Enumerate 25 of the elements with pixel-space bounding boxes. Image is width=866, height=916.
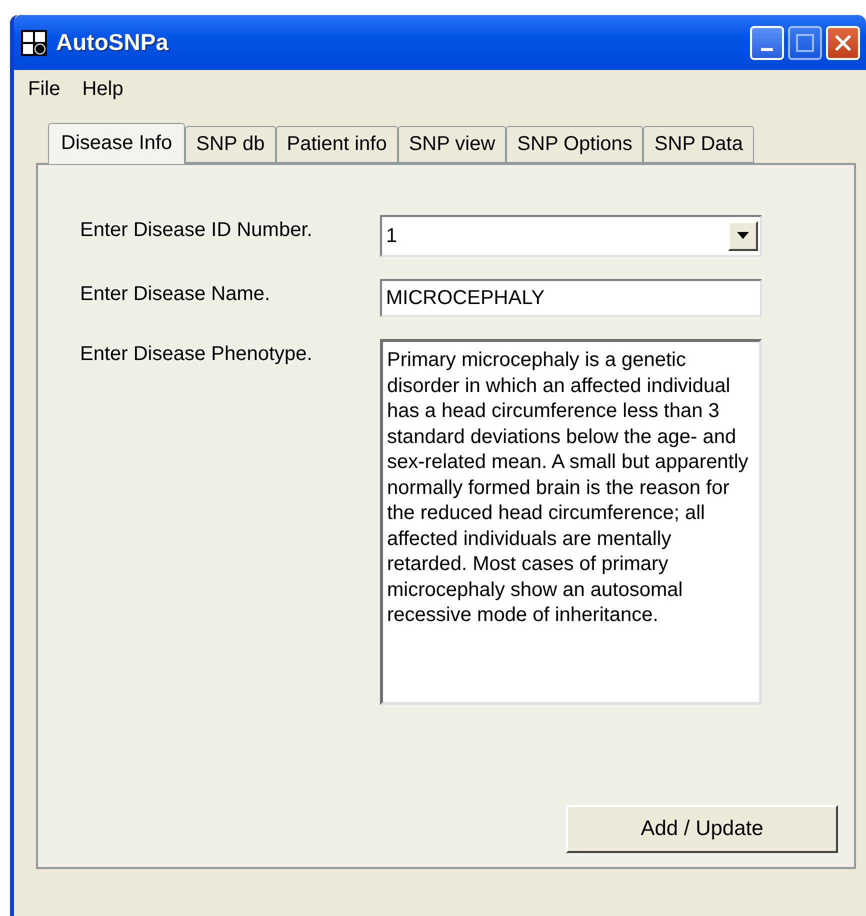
- menu-item[interactable]: File: [28, 78, 60, 101]
- dropdown-field[interactable]: 1: [380, 215, 762, 257]
- tab[interactable]: SNP Options: [506, 126, 644, 163]
- app-icon: [20, 28, 48, 56]
- tab[interactable]: SNP Data: [643, 126, 754, 163]
- field-label: Enter Disease ID Number.: [80, 218, 314, 243]
- tab[interactable]: Disease Info: [48, 123, 186, 164]
- caret-icon[interactable]: [728, 221, 758, 251]
- text-area[interactable]: Primary microcephaly is a genetic disorder in which an affected individual has a head circumference less than 3 standard deviations below the age- and sex-related mean. A small but apparently normally formed brain is the reason for the reduced head circumference; all affected individuals are mentally retarded. Most cases of primary microcephaly show an autosomal recessive mode of inheritance.: [380, 339, 762, 705]
- tab[interactable]: Patient info: [276, 126, 398, 163]
- tab[interactable]: SNP view: [398, 126, 506, 163]
- minimize-button[interactable]: [750, 26, 784, 60]
- menu-item[interactable]: Help: [82, 78, 124, 101]
- window-title: AutoSNPa: [56, 29, 168, 56]
- input-field[interactable]: MICROCEPHALY: [380, 279, 762, 317]
- maximize-icon: [796, 34, 814, 52]
- field-label: Enter Disease Phenotype.: [80, 342, 314, 367]
- close-icon: [834, 34, 852, 52]
- field-value: 1: [386, 224, 398, 248]
- add-update-button[interactable]: Add / Update: [566, 805, 838, 853]
- minimize-icon: [761, 48, 773, 51]
- close-button[interactable]: [826, 26, 860, 60]
- maximize-button[interactable]: [788, 26, 822, 60]
- field-label: Enter Disease Name.: [80, 282, 272, 307]
- tab[interactable]: SNP db: [185, 126, 276, 163]
